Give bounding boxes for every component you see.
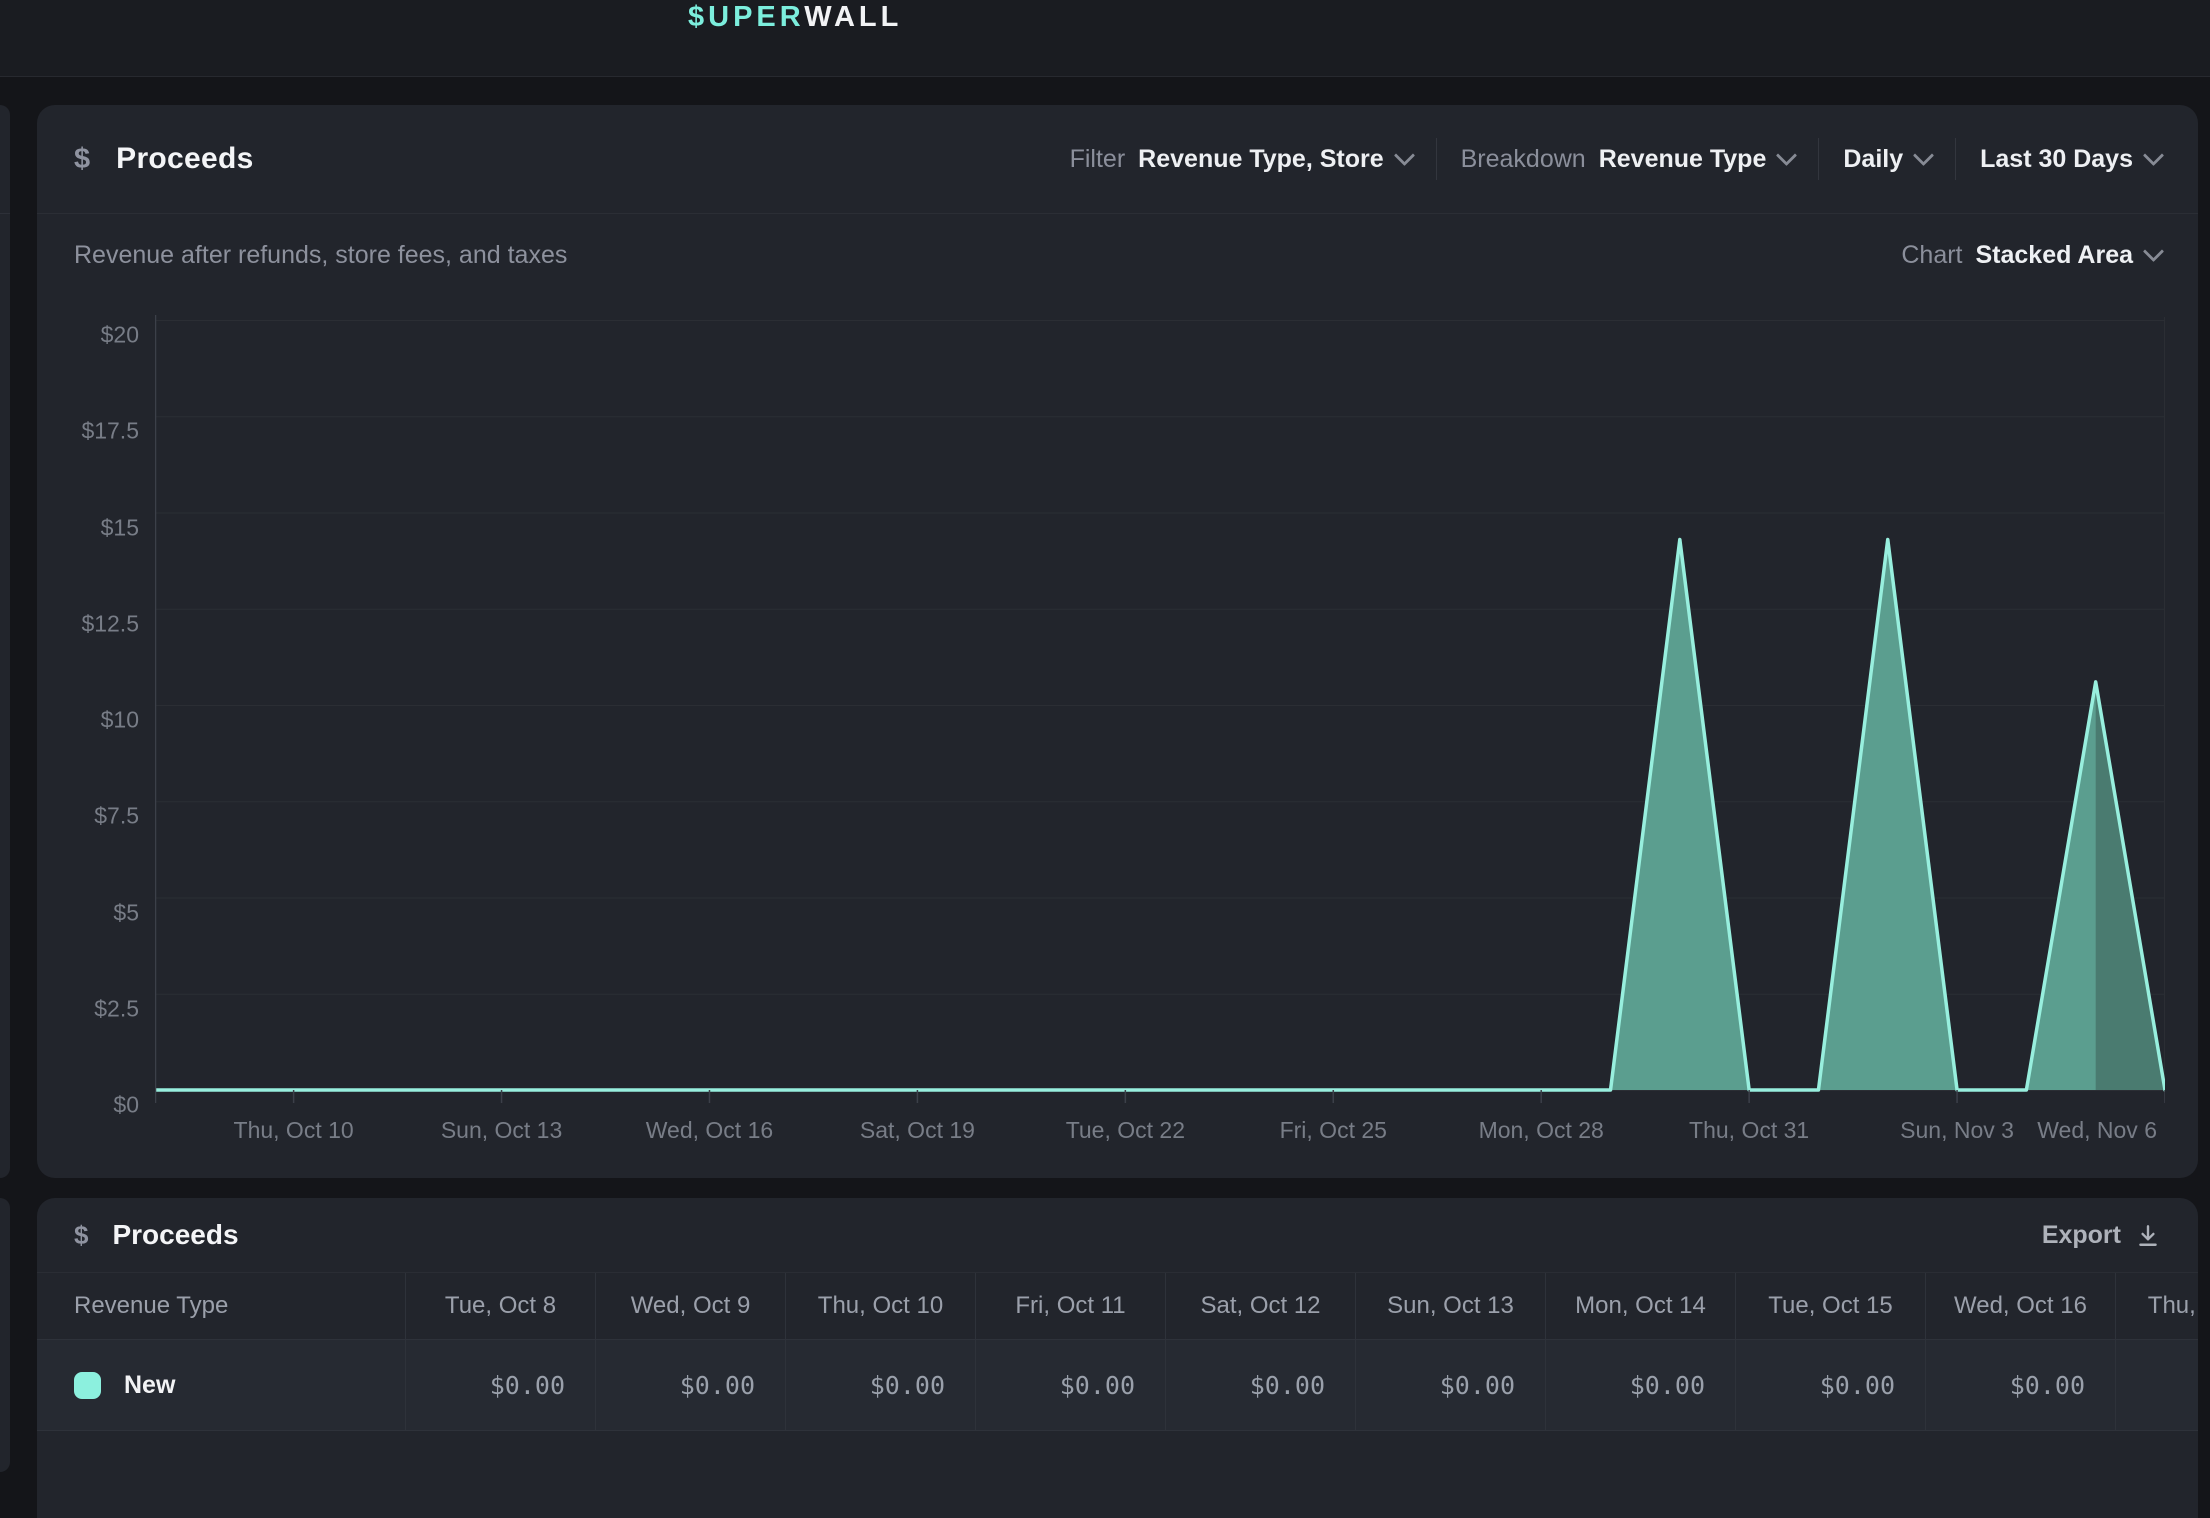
chart-type-label: Chart — [1901, 241, 1962, 270]
logo-rest-text: WALL — [804, 1, 902, 33]
table-header-date: Tue, Oct 15 — [1735, 1273, 1925, 1339]
granularity-dropdown[interactable]: Daily — [1843, 145, 1931, 174]
divider — [1955, 138, 1956, 180]
table-value-cell: $0.00 — [595, 1339, 785, 1431]
chevron-down-icon — [1394, 144, 1415, 165]
x-axis-label: Sun, Nov 3 — [1900, 1117, 2014, 1144]
table-panel-header: $ Proceeds Export — [37, 1198, 2198, 1272]
stacked-area-chart — [155, 305, 2165, 1105]
row-label: New — [124, 1371, 175, 1400]
proceeds-chart-panel: $ Proceeds Filter Revenue Type, Store Br… — [37, 105, 2198, 1178]
table-header-date: Sat, Oct 12 — [1165, 1273, 1355, 1339]
chart-panel-header: $ Proceeds Filter Revenue Type, Store Br… — [37, 105, 2198, 214]
table-header-date: Mon, Oct 14 — [1545, 1273, 1735, 1339]
y-axis: $0$2.5$5$7.5$10$12.5$15$17.5$20 — [37, 305, 147, 1105]
x-axis-label: Sat, Oct 19 — [860, 1117, 975, 1144]
table-value-cell: $0.00 — [1545, 1339, 1735, 1431]
x-axis-label: Thu, Oct 31 — [1689, 1117, 1809, 1144]
app-logo: $UPERWALL — [688, 1, 902, 34]
table-value-cell: $0.00 — [405, 1339, 595, 1431]
chevron-down-icon — [1776, 144, 1797, 165]
y-axis-label: $17.5 — [81, 418, 139, 445]
chart-controls: Filter Revenue Type, Store Breakdown Rev… — [1070, 138, 2161, 180]
table-value-cell: $0.00 — [1165, 1339, 1355, 1431]
chevron-down-icon — [2143, 240, 2164, 261]
date-range-value: Last 30 Days — [1980, 145, 2133, 174]
x-axis-label: Fri, Oct 25 — [1280, 1117, 1387, 1144]
date-range-dropdown[interactable]: Last 30 Days — [1980, 145, 2161, 174]
table-value-cell: $0.00 — [1735, 1339, 1925, 1431]
x-axis-label: Wed, Nov 6 — [2037, 1117, 2157, 1144]
offscreen-panel-left-bottom — [0, 1198, 10, 1472]
table-row-label-cell: New — [37, 1339, 405, 1431]
offscreen-panel-left-top — [0, 105, 10, 1178]
table-panel-title: Proceeds — [112, 1219, 238, 1251]
dollar-icon: $ — [74, 1220, 88, 1251]
chevron-down-icon — [1913, 144, 1934, 165]
x-axis-label: Thu, Oct 10 — [234, 1117, 354, 1144]
breakdown-label: Breakdown — [1461, 145, 1586, 174]
table-header-date: Sun, Oct 13 — [1355, 1273, 1545, 1339]
table-header-date: Wed, Oct 16 — [1925, 1273, 2115, 1339]
x-axis-label: Wed, Oct 16 — [646, 1117, 773, 1144]
y-axis-label: $12.5 — [81, 610, 139, 637]
legend-swatch-new — [74, 1372, 101, 1399]
y-axis-label: $7.5 — [94, 803, 139, 830]
divider — [1818, 138, 1819, 180]
table-header-date: Thu, Oct 17 — [2115, 1273, 2198, 1339]
y-axis-label: $10 — [101, 707, 139, 734]
breakdown-dropdown[interactable]: Breakdown Revenue Type — [1461, 145, 1795, 174]
download-icon — [2135, 1222, 2161, 1248]
table-title-group: $ Proceeds — [74, 1219, 239, 1251]
divider — [1436, 138, 1437, 180]
granularity-value: Daily — [1843, 145, 1903, 174]
table-value-cell: $0.00 — [1355, 1339, 1545, 1431]
y-axis-label: $15 — [101, 514, 139, 541]
export-button[interactable]: Export — [2042, 1221, 2161, 1250]
table-value-cell: $0.00 — [785, 1339, 975, 1431]
x-axis: Thu, Oct 10 Sun, Oct 13 Wed, Oct 16 Sat, Oc… — [155, 1117, 2165, 1157]
y-axis-label: $5 — [113, 899, 139, 926]
topbar: $UPERWALL — [0, 0, 2210, 77]
table-header-date: Wed, Oct 9 — [595, 1273, 785, 1339]
table-value-cell: $0.00 — [1925, 1339, 2115, 1431]
chevron-down-icon — [2143, 144, 2164, 165]
area-series-new — [155, 539, 2165, 1090]
chart-type-value: Stacked Area — [1976, 241, 2134, 270]
y-axis-label: $20 — [101, 322, 139, 349]
logo-accent-text: $UPER — [688, 1, 804, 33]
export-label: Export — [2042, 1221, 2121, 1250]
chart-type-dropdown[interactable]: Chart Stacked Area — [1901, 241, 2161, 270]
table-value-cell: $0.00 — [975, 1339, 1165, 1431]
x-axis-label: Sun, Oct 13 — [441, 1117, 562, 1144]
chart-subtitle-row: Revenue after refunds, store fees, and t… — [37, 214, 2198, 296]
x-axis-label: Mon, Oct 28 — [1479, 1117, 1604, 1144]
y-axis-label: $0 — [113, 1092, 139, 1119]
table-header-date: Tue, Oct 8 — [405, 1273, 595, 1339]
y-axis-label: $2.5 — [94, 995, 139, 1022]
proceeds-table: Revenue TypeTue, Oct 8Wed, Oct 9Thu, Oct… — [37, 1272, 2198, 1431]
proceeds-table-panel: $ Proceeds Export Revenue TypeTue, Oct 8… — [37, 1198, 2198, 1518]
table-header-date: Fri, Oct 11 — [975, 1273, 1165, 1339]
x-axis-label: Tue, Oct 22 — [1066, 1117, 1185, 1144]
table-header-date: Thu, Oct 10 — [785, 1273, 975, 1339]
table-value-cell: $0.00 — [2115, 1339, 2198, 1431]
chart-panel-title: Proceeds — [116, 142, 253, 176]
filter-dropdown[interactable]: Filter Revenue Type, Store — [1070, 145, 1412, 174]
breakdown-value: Revenue Type — [1599, 145, 1767, 174]
chart-panel-title-group: $ Proceeds — [74, 142, 254, 176]
chart-subtitle: Revenue after refunds, store fees, and t… — [74, 241, 567, 270]
dollar-icon: $ — [74, 143, 90, 176]
table-header-revenue-type: Revenue Type — [37, 1273, 405, 1339]
divider — [0, 213, 10, 214]
filter-label: Filter — [1070, 145, 1126, 174]
filter-value: Revenue Type, Store — [1138, 145, 1383, 174]
